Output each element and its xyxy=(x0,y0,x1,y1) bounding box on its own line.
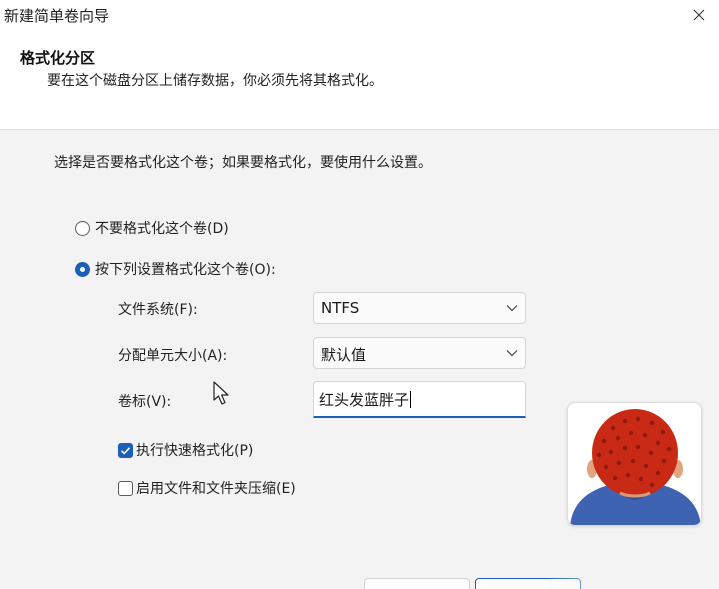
compression-checkbox[interactable]: 启用文件和文件夹压缩(E) xyxy=(118,478,296,498)
filesystem-dropdown[interactable]: NTFS xyxy=(313,292,526,324)
compression-checkbox-box[interactable] xyxy=(118,480,133,496)
chevron-down-icon xyxy=(506,350,518,357)
window-title: 新建简单卷向导 xyxy=(4,7,110,25)
radio-no-format-label: 不要格式化这个卷(D) xyxy=(95,221,229,237)
allocation-value: 默认值 xyxy=(321,346,367,364)
volume-label-value: 红头发蓝胖子 xyxy=(319,391,410,409)
filesystem-label: 文件系统(F): xyxy=(118,302,198,318)
quick-format-label: 执行快速格式化(P) xyxy=(136,443,254,459)
radio-format-indicator[interactable] xyxy=(75,261,90,277)
filesystem-value: NTFS xyxy=(321,299,360,317)
wizard-header: 格式化分区 要在这个磁盘分区上储存数据，你必须先将其格式化。 xyxy=(0,30,719,130)
radio-no-format[interactable]: 不要格式化这个卷(D) xyxy=(75,218,229,238)
chevron-down-icon xyxy=(506,305,518,312)
red-hair-avatar-icon xyxy=(570,409,701,525)
close-button[interactable] xyxy=(679,0,719,30)
avatar-watermark xyxy=(567,402,702,526)
instruction-text: 选择是否要格式化这个卷；如果要格式化，要使用什么设置。 xyxy=(54,155,432,171)
compression-label: 启用文件和文件夹压缩(E) xyxy=(136,481,296,497)
mouse-pointer-icon xyxy=(213,381,229,405)
text-caret xyxy=(410,391,412,408)
radio-format[interactable]: 按下列设置格式化这个卷(O): xyxy=(75,259,276,279)
page-title: 格式化分区 xyxy=(20,49,96,67)
close-icon xyxy=(693,9,705,21)
quick-format-checkbox[interactable]: 执行快速格式化(P) xyxy=(118,440,253,460)
quick-format-checkbox-box[interactable] xyxy=(118,442,133,458)
radio-format-label: 按下列设置格式化这个卷(O): xyxy=(95,262,276,278)
page-subtitle: 要在这个磁盘分区上储存数据，你必须先将其格式化。 xyxy=(47,73,383,89)
title-bar: 新建简单卷向导 xyxy=(0,0,719,30)
volume-label-label: 卷标(V): xyxy=(118,394,172,410)
allocation-dropdown[interactable]: 默认值 xyxy=(313,337,526,369)
checkmark-icon xyxy=(120,446,131,455)
volume-label-input[interactable]: 红头发蓝胖子 xyxy=(313,381,526,418)
allocation-label: 分配单元大小(A): xyxy=(118,348,228,364)
radio-no-format-indicator[interactable] xyxy=(75,220,90,236)
back-button[interactable] xyxy=(364,578,470,589)
next-button[interactable] xyxy=(475,578,581,589)
